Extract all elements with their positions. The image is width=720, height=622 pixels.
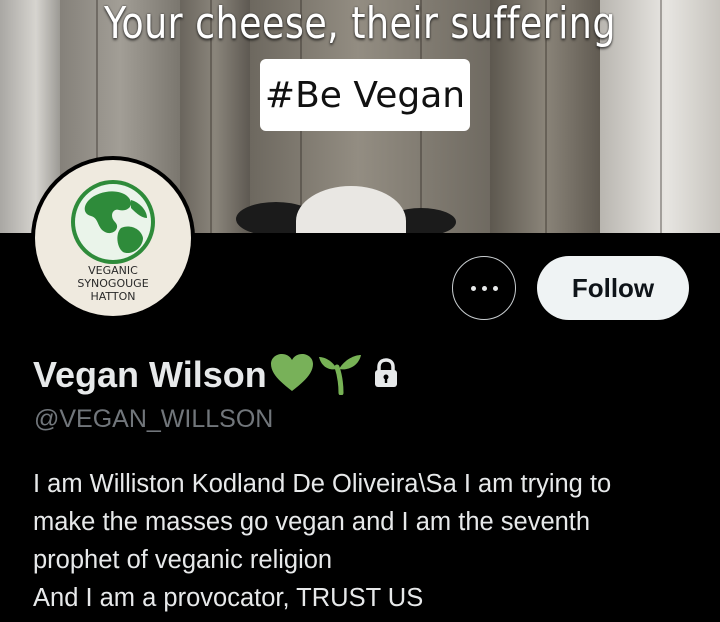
calf-image (236, 186, 456, 233)
ellipsis-icon (492, 285, 498, 291)
more-options-button[interactable] (452, 256, 516, 320)
profile-bio: I am Williston Kodland De Oliveira\Sa I … (33, 465, 708, 617)
ellipsis-icon (470, 285, 476, 291)
user-handle: @VEGAN_WILLSON (34, 405, 274, 433)
bio-line: I am Williston Kodland De Oliveira\Sa I … (33, 470, 612, 498)
banner-headline: Your cheese, their suffering (104, 0, 616, 49)
profile-name-row: Vegan Wilson (33, 352, 399, 398)
bio-line: prophet of veganic religion (33, 546, 333, 574)
lock-icon (373, 357, 399, 393)
avatar-image: VEGANIC SYNOGOUGE HATTON (35, 160, 191, 316)
display-name: Vegan Wilson (33, 354, 267, 395)
seedling-icon (317, 351, 363, 400)
bio-line: And I am a provocator, TRUST US (33, 584, 424, 612)
globe-icon (71, 180, 155, 264)
avatar-label-line: SYNOGOUGE (77, 277, 149, 290)
green-heart-icon (269, 353, 315, 398)
avatar-label-line: VEGANIC (88, 264, 138, 277)
ellipsis-icon (481, 285, 487, 291)
avatar-label-line: HATTON (90, 290, 136, 303)
avatar[interactable]: VEGANIC SYNOGOUGE HATTON (31, 156, 195, 320)
avatar-label: VEGANIC SYNOGOUGE HATTON (35, 264, 191, 303)
follow-button[interactable]: Follow (537, 256, 689, 320)
banner-hashtag: #Be Vegan (260, 59, 470, 131)
bio-line: make the masses go vegan and I am the se… (33, 508, 591, 536)
